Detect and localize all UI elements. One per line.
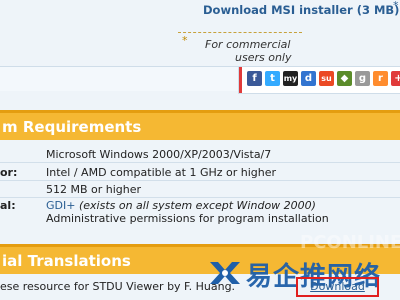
- req-other-label: al:: [0, 199, 16, 212]
- download-translation-button[interactable]: Download: [296, 277, 379, 297]
- share-box: f t my d su ◆ g r +: [238, 66, 400, 94]
- gdi-plus-link[interactable]: GDI+: [46, 199, 75, 212]
- note-line-2: users only: [235, 51, 292, 64]
- google-icon[interactable]: g: [355, 71, 370, 86]
- req-admin-value: Administrative permissions for program i…: [46, 212, 329, 225]
- stumbleupon-icon[interactable]: su: [319, 71, 334, 86]
- note-line-1: For commercial: [205, 38, 291, 51]
- note-asterisk: *: [182, 34, 188, 47]
- myspace-icon[interactable]: my: [283, 71, 298, 86]
- req-ram-value: 512 MB or higher: [46, 183, 142, 196]
- req-divider: [0, 180, 400, 181]
- req-os-value: Microsoft Windows 2000/XP/2003/Vista/7: [46, 148, 272, 161]
- req-divider: [0, 162, 400, 163]
- twitter-icon[interactable]: t: [265, 71, 280, 86]
- requirements-header: m Requirements: [0, 110, 400, 142]
- msi-asterisk: *: [393, 0, 399, 12]
- watermark-logo: [210, 262, 240, 284]
- requirements-section: m Requirements: [0, 110, 400, 142]
- top-area: Download MSI installer (3 MB) * * For co…: [0, 0, 400, 70]
- gdi-note: (exists on all system except Window 2000…: [75, 199, 316, 212]
- download-msi-link[interactable]: Download MSI installer (3 MB): [203, 3, 399, 17]
- facebook-icon[interactable]: f: [247, 71, 262, 86]
- req-divider: [0, 197, 400, 198]
- share-box-accent: [239, 67, 242, 93]
- reddit-icon[interactable]: r: [373, 71, 388, 86]
- req-cpu-value: Intel / AMD compatible at 1 GHz or highe…: [46, 166, 277, 179]
- more-icon[interactable]: +: [391, 71, 400, 86]
- delicious-icon[interactable]: d: [301, 71, 316, 86]
- watermark-faint: PCONLINE: [300, 232, 400, 253]
- req-other-value: GDI+ (exists on all system except Window…: [46, 199, 316, 212]
- req-cpu-label: or:: [0, 166, 18, 179]
- digg-icon[interactable]: ◆: [337, 71, 352, 86]
- translation-row-text: ese resource for STDU Viewer by F. Huang…: [0, 280, 236, 293]
